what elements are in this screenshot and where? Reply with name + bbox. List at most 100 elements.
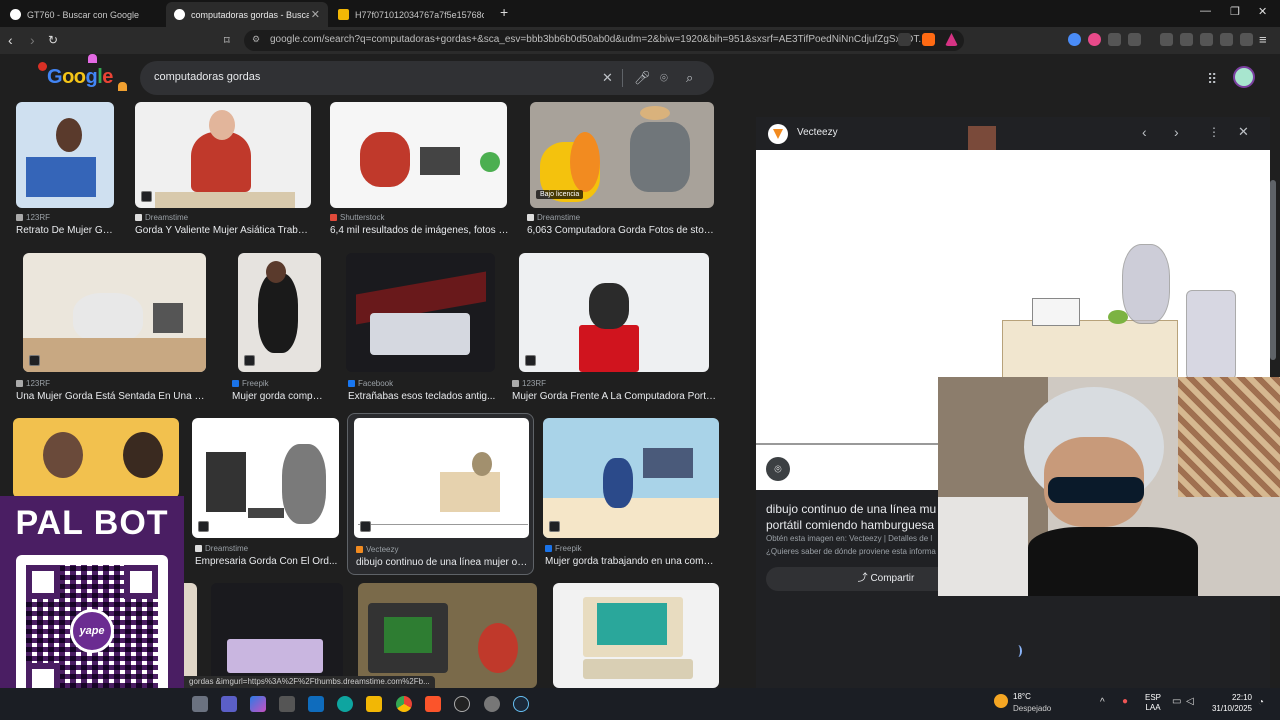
store-icon[interactable] (279, 696, 295, 712)
steam-icon[interactable] (513, 696, 529, 712)
result-source[interactable]: Freepik (545, 544, 582, 553)
result-caption[interactable]: Mujer gorda comput... (232, 391, 328, 402)
result-source[interactable]: Facebook (348, 379, 393, 388)
lens-camera-icon[interactable]: ⌾ (660, 70, 668, 86)
result-source[interactable]: Freepik (232, 379, 269, 388)
result-source[interactable]: Dreamstime (195, 544, 248, 553)
weather-desc[interactable]: Despejado (1013, 704, 1051, 713)
next-icon[interactable]: › (1174, 124, 1179, 140)
scrollbar[interactable] (1270, 180, 1276, 360)
extension-icon[interactable] (1088, 33, 1101, 46)
clock[interactable]: 22:10 31/10/2025 (1206, 692, 1252, 714)
result-image-12[interactable] (543, 418, 719, 538)
result-source[interactable]: Vecteezy (356, 545, 398, 554)
sidebar-icon[interactable] (1180, 33, 1193, 46)
clear-icon[interactable]: ✕ (602, 70, 613, 86)
result-image-7[interactable] (346, 253, 495, 372)
tab-hash[interactable]: H77f071012034767a7f5e15768cd5 (330, 2, 492, 27)
panel-meta[interactable]: Obtén esta imagen en: Vecteezy | Detalle… (766, 534, 932, 543)
result-caption[interactable]: Extrañabas esos teclados antig... (348, 391, 498, 402)
network-icon[interactable]: ▭ (1172, 696, 1181, 707)
site-info-icon[interactable]: ⚙ (252, 34, 260, 45)
close-tab-icon[interactable]: ✕ (311, 8, 320, 21)
avatar[interactable] (1233, 66, 1255, 88)
result-source[interactable]: Dreamstime (135, 213, 188, 222)
extensions-puzzle-icon[interactable] (1108, 33, 1121, 46)
result-caption[interactable]: Mujer Gorda Frente A La Computadora Port… (512, 391, 716, 402)
close-panel-icon[interactable]: ✕ (1238, 124, 1249, 140)
microphone-icon[interactable]: 🎤︎ (634, 70, 651, 86)
new-tab-button[interactable]: + (500, 4, 508, 20)
wallet-icon[interactable] (1128, 33, 1141, 46)
result-image-2[interactable] (135, 102, 311, 208)
brave-shields-icon[interactable] (922, 33, 935, 46)
result-image-3[interactable] (330, 102, 507, 208)
tab-computadoras[interactable]: computadoras gordas - Buscar c ✕ (166, 2, 328, 27)
result-caption[interactable]: 6,4 mil resultados de imágenes, fotos d.… (330, 225, 510, 236)
forward-icon[interactable]: › (30, 32, 35, 48)
microphone-tray-icon[interactable]: ● (1122, 696, 1128, 707)
close-window-icon[interactable]: ✕ (1258, 5, 1267, 18)
panel-site-name[interactable]: Vecteezy (797, 127, 838, 138)
media-icon[interactable] (1160, 33, 1173, 46)
result-image-6[interactable] (238, 253, 321, 372)
share-icon[interactable] (898, 33, 911, 46)
result-image-1[interactable] (16, 102, 114, 208)
result-card-selected[interactable]: Vecteezy dibujo continuo de una línea mu… (347, 413, 534, 575)
teams-icon[interactable] (221, 696, 237, 712)
tray-chevron-icon[interactable]: ^ (1100, 697, 1105, 708)
result-source[interactable]: Shutterstock (330, 213, 384, 222)
restore-icon[interactable]: ❐ (1230, 5, 1240, 18)
result-image-13[interactable] (184, 583, 197, 688)
result-caption[interactable]: Gorda Y Valiente Mujer Asiática Trabaj..… (135, 225, 311, 236)
result-image-11[interactable] (354, 418, 529, 538)
result-image-8[interactable] (519, 253, 709, 372)
outlook-icon[interactable] (308, 696, 324, 712)
search-icon[interactable]: ⌕ (686, 70, 693, 86)
tab-gt760[interactable]: GT760 - Buscar con Google (2, 2, 164, 27)
more-options-icon[interactable]: ⋮ (1208, 125, 1220, 139)
result-image-5[interactable] (23, 253, 206, 372)
result-image-10[interactable] (192, 418, 339, 538)
edge-icon[interactable] (337, 696, 353, 712)
result-source[interactable]: 123RF (16, 379, 50, 388)
reload-icon[interactable]: ↻ (48, 33, 58, 47)
result-source[interactable]: 123RF (512, 379, 546, 388)
result-image-9[interactable] (13, 418, 179, 498)
result-image-14[interactable] (211, 583, 343, 688)
result-image-15[interactable] (358, 583, 537, 688)
extension-icon[interactable] (1068, 33, 1081, 46)
menu-icon[interactable]: ≡ (1259, 32, 1267, 47)
minimize-icon[interactable]: — (1200, 5, 1211, 17)
result-source[interactable]: Dreamstime (527, 213, 580, 222)
search-input[interactable]: computadoras gordas ✕ 🎤︎ ⌾ ⌕ (140, 61, 714, 95)
language-indicator[interactable]: ESP LAA (1145, 693, 1161, 713)
panel-title[interactable]: dibujo continuo de una línea mu portátil… (766, 501, 936, 533)
bookmark-icon[interactable]: ⌑ (224, 34, 230, 47)
volume-icon[interactable]: ◁ (1186, 696, 1194, 707)
address-bar[interactable]: ⚙ google.com/search?q=computadoras+gorda… (244, 30, 964, 51)
wallet-icon[interactable] (1200, 33, 1213, 46)
copilot-icon[interactable] (250, 696, 266, 712)
result-caption[interactable]: 6,063 Computadora Gorda Fotos de stock..… (527, 225, 717, 236)
previous-icon[interactable]: ‹ (1142, 124, 1147, 140)
task-view-icon[interactable] (192, 696, 208, 712)
weather-temp[interactable]: 18°C (1013, 692, 1031, 701)
brave-icon[interactable] (425, 696, 441, 712)
settings-icon[interactable] (484, 696, 500, 712)
chrome-icon[interactable] (396, 696, 412, 712)
result-caption[interactable]: Mujer gorda trabajando en una comp... (545, 556, 715, 567)
apps-grid-icon[interactable]: ⠿ (1207, 71, 1217, 88)
result-caption[interactable]: Una Mujer Gorda Está Sentada En Una Ha..… (16, 391, 210, 402)
panel-question[interactable]: ¿Quieres saber de dónde proviene esta in… (766, 547, 936, 556)
result-caption[interactable]: dibujo continuo de una línea mujer ob... (356, 557, 528, 568)
result-image-4[interactable]: Bajo licencia (530, 102, 714, 208)
google-logo[interactable]: Google (47, 66, 113, 89)
lens-search-icon[interactable]: ⌾ (766, 457, 790, 481)
file-explorer-icon[interactable] (366, 696, 382, 712)
result-source[interactable]: 123RF (16, 213, 50, 222)
back-icon[interactable]: ‹ (8, 32, 13, 48)
obs-icon[interactable] (454, 696, 470, 712)
notifications-icon[interactable]: ◔ (1258, 697, 1264, 708)
result-caption[interactable]: Retrato De Mujer Go... (16, 225, 116, 236)
